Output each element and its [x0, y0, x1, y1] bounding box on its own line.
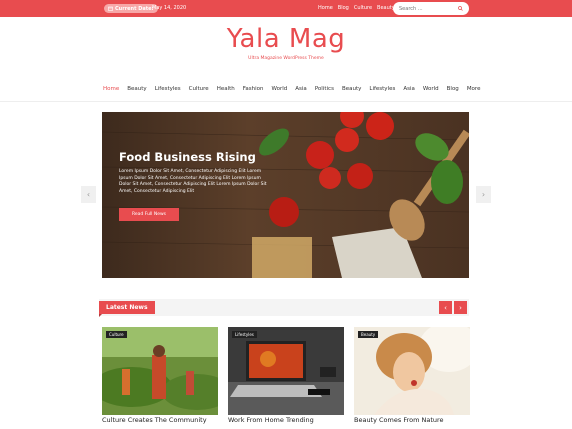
slider-next-button[interactable]: › [476, 186, 491, 203]
portrait-image [354, 327, 470, 415]
site-title[interactable]: Yala Mag [0, 24, 572, 54]
nav-item-world[interactable]: World [272, 86, 288, 92]
current-date-label: Current Date: [115, 5, 154, 12]
category-badge[interactable]: Lifestyles [232, 331, 257, 338]
news-card[interactable]: Lifestyles Work From Home Trending [228, 327, 344, 424]
nav-item-lifestyles-2[interactable]: Lifestyles [369, 86, 395, 92]
nav-item-asia[interactable]: Asia [295, 86, 307, 92]
hero-slide[interactable]: Food Business Rising Lorem Ipsum Dolor S… [102, 112, 469, 278]
slider-prev-button[interactable]: ‹ [81, 186, 96, 203]
latest-news-label: Latest News [99, 301, 155, 317]
hero-image [102, 112, 469, 278]
nav-item-fashion[interactable]: Fashion [243, 86, 264, 92]
nav-item-culture[interactable]: Culture [189, 86, 209, 92]
category-badge[interactable]: Culture [106, 331, 127, 338]
top-nav-culture[interactable]: Culture [354, 5, 372, 11]
nav-item-beauty[interactable]: Beauty [127, 86, 146, 92]
news-card-title[interactable]: Culture Creates The Community [102, 416, 218, 424]
news-card-title[interactable]: Beauty Comes From Nature [354, 416, 470, 424]
laptop-image [228, 327, 344, 415]
nav-divider [0, 101, 572, 102]
nav-item-home[interactable]: Home [103, 86, 119, 92]
calendar-icon [108, 6, 113, 11]
nav-item-health[interactable]: Health [217, 86, 235, 92]
site-tagline: Ultra Magazine WordPress Theme [248, 56, 324, 61]
read-full-news-button[interactable]: Read Full News [119, 208, 179, 221]
nav-item-politics[interactable]: Politics [315, 86, 334, 92]
current-date-value: May 14, 2020 [152, 5, 187, 11]
top-nav-home[interactable]: Home [318, 5, 333, 11]
hero-title[interactable]: Food Business Rising [119, 150, 256, 164]
news-card-image[interactable]: Culture [102, 327, 218, 415]
nav-item-more[interactable]: More [467, 86, 481, 92]
news-card[interactable]: Culture Culture Creates The Community [102, 327, 218, 424]
category-badge[interactable]: Beauty [358, 331, 379, 338]
news-card-image[interactable]: Lifestyles [228, 327, 344, 415]
current-date-badge: Current Date: [104, 4, 158, 13]
nav-item-world-2[interactable]: World [423, 86, 439, 92]
tea-garden-image [102, 327, 218, 415]
search-icon[interactable] [458, 6, 463, 11]
nav-item-lifestyles[interactable]: Lifestyles [155, 86, 181, 92]
news-card-image[interactable]: Beauty [354, 327, 470, 415]
latest-next-button[interactable]: › [454, 301, 467, 314]
top-bar [0, 0, 572, 17]
search-input[interactable] [399, 5, 449, 12]
nav-item-asia-2[interactable]: Asia [403, 86, 415, 92]
main-nav: Home Beauty Lifestyles Culture Health Fa… [103, 86, 480, 92]
nav-item-beauty-2[interactable]: Beauty [342, 86, 361, 92]
top-nav: Home Blog Culture Beauty [318, 5, 395, 11]
latest-prev-button[interactable]: ‹ [439, 301, 452, 314]
hero-excerpt: Lorem Ipsum Dolor Sit Amet, Consectetur … [119, 169, 267, 194]
news-card-title[interactable]: Work From Home Trending [228, 416, 344, 424]
search-box [393, 2, 469, 15]
news-card[interactable]: Beauty Beauty Comes From Nature [354, 327, 470, 424]
nav-item-blog[interactable]: Blog [447, 86, 459, 92]
top-nav-blog[interactable]: Blog [338, 5, 349, 11]
